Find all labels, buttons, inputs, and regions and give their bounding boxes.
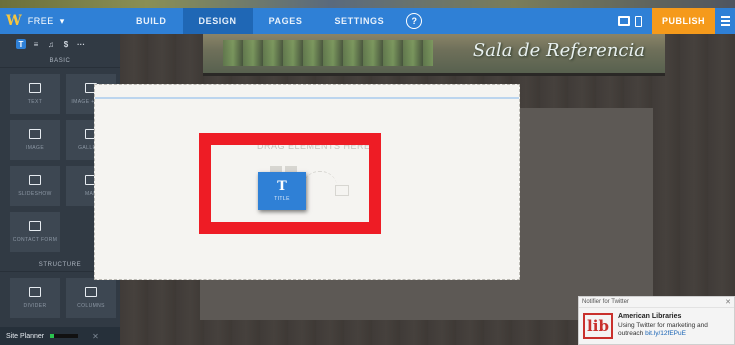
tweet-link[interactable]: bit.ly/12fEPuE <box>645 330 686 337</box>
element-slideshow[interactable]: SLIDESHOW <box>10 166 60 206</box>
element-label: DIVIDER <box>23 303 47 309</box>
title-label: TITLE <box>274 196 290 202</box>
dragging-title-element[interactable]: T TITLE <box>258 172 306 210</box>
site-title[interactable]: Sala de Referencia <box>473 40 645 61</box>
element-text[interactable]: TEXT <box>10 74 60 114</box>
image-icon <box>29 129 41 139</box>
basic-heading: BASIC <box>0 54 120 68</box>
form-icon <box>29 221 41 231</box>
drop-indicator <box>95 97 519 99</box>
element-columns[interactable]: COLUMNS <box>66 278 116 318</box>
text-icon <box>29 83 41 93</box>
element-label: IMAGE <box>25 145 45 151</box>
title-icon: T <box>277 179 287 194</box>
tweet-text: Using Twitter for marketing and outreach… <box>618 322 730 338</box>
plan-label: FREE <box>27 16 54 26</box>
element-category-tabs: T ≡ ♫ $ ··· <box>0 34 120 54</box>
close-icon[interactable]: ✕ <box>725 298 731 306</box>
element-label: CONTACT FORM <box>12 237 58 243</box>
account-avatar: lib <box>583 313 613 339</box>
main-nav: BUILD DESIGN PAGES SETTINGS <box>120 8 400 34</box>
account-name: American Libraries <box>618 313 682 320</box>
element-label: COLUMNS <box>77 303 105 309</box>
header-photo <box>223 40 433 66</box>
site-planner[interactable]: Site Planner ✕ <box>0 327 120 345</box>
desktop-view-icon[interactable] <box>617 16 630 26</box>
close-icon[interactable]: ✕ <box>92 332 99 341</box>
site-planner-progress <box>50 334 79 338</box>
site-planner-label: Site Planner <box>6 332 45 340</box>
element-divider[interactable]: DIVIDER <box>10 278 60 318</box>
element-contact-form[interactable]: CONTACT FORM <box>10 212 60 252</box>
progress-fill <box>50 334 55 338</box>
top-bar: W FREE ▾ BUILD DESIGN PAGES SETTINGS ? P… <box>0 8 735 34</box>
top-right-controls: PUBLISH <box>617 8 735 34</box>
media-category-icon[interactable]: ♫ <box>46 39 56 49</box>
weebly-logo-icon: W <box>6 13 22 29</box>
plan-menu[interactable]: W FREE ▾ <box>0 8 120 34</box>
more-category-icon[interactable]: ··· <box>76 39 86 49</box>
tab-design[interactable]: DESIGN <box>182 8 253 34</box>
commerce-category-icon[interactable]: $ <box>61 39 71 49</box>
layout-category-icon[interactable]: ≡ <box>31 39 41 49</box>
menu-icon[interactable] <box>715 8 735 34</box>
element-label: TEXT <box>27 99 43 105</box>
divider-icon <box>29 287 41 297</box>
twitter-notifier[interactable]: Notifier for Twitter ✕ lib American Libr… <box>578 296 735 345</box>
columns-icon <box>85 287 97 297</box>
slideshow-icon <box>29 175 41 185</box>
element-label: SLIDESHOW <box>18 191 52 197</box>
tab-build[interactable]: BUILD <box>120 8 183 34</box>
tab-settings[interactable]: SETTINGS <box>318 8 400 34</box>
text-category-icon[interactable]: T <box>16 39 26 49</box>
os-strip <box>0 0 735 8</box>
notifier-title: Notifier for Twitter <box>579 297 734 308</box>
element-image[interactable]: IMAGE <box>10 120 60 160</box>
chevron-down-icon: ▾ <box>59 15 65 26</box>
help-icon[interactable]: ? <box>406 13 423 29</box>
publish-button[interactable]: PUBLISH <box>651 8 715 34</box>
mobile-view-icon[interactable] <box>634 15 642 27</box>
tab-pages[interactable]: PAGES <box>253 8 319 34</box>
header-image[interactable]: Sala de Referencia <box>203 34 665 76</box>
